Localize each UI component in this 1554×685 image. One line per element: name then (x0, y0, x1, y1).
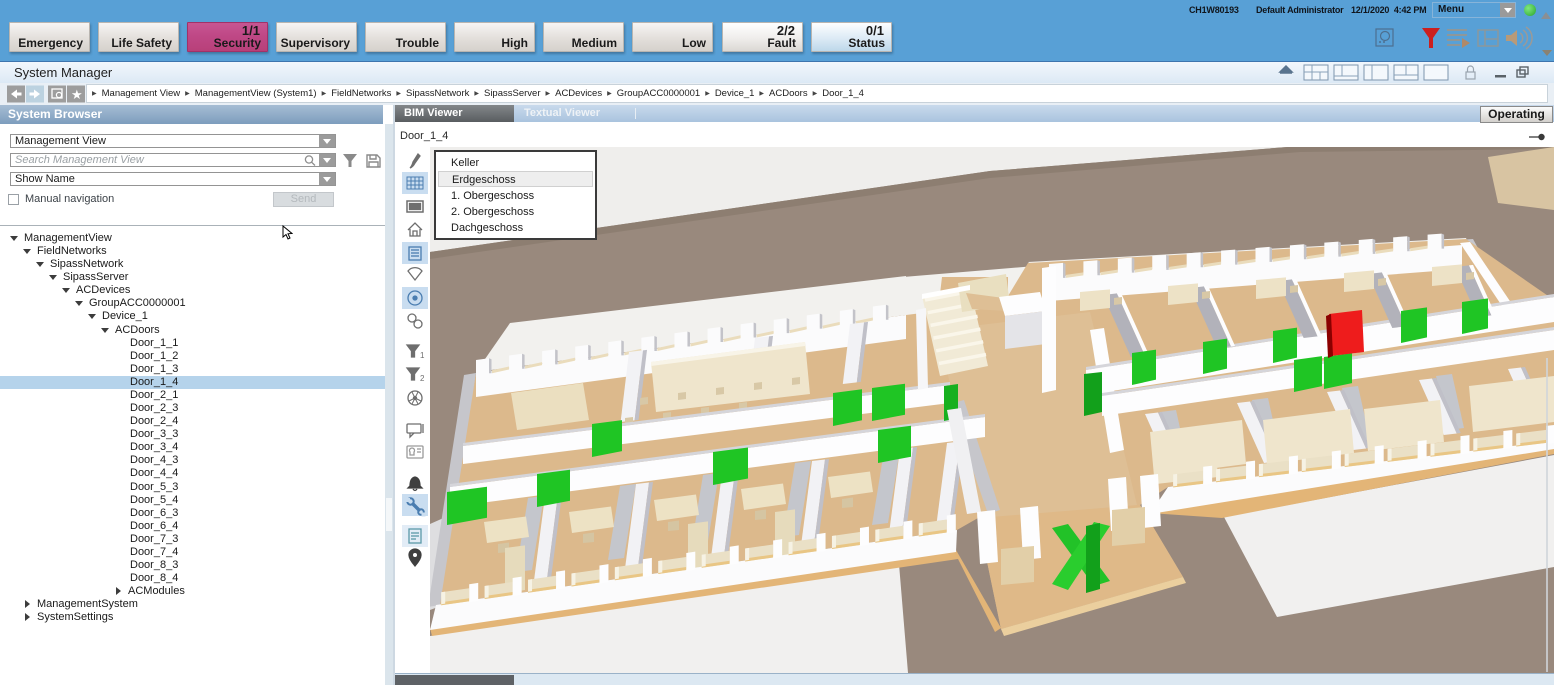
svg-text:★: ★ (71, 87, 83, 102)
svg-text:1: 1 (420, 351, 425, 360)
svg-text:2: 2 (420, 374, 425, 383)
